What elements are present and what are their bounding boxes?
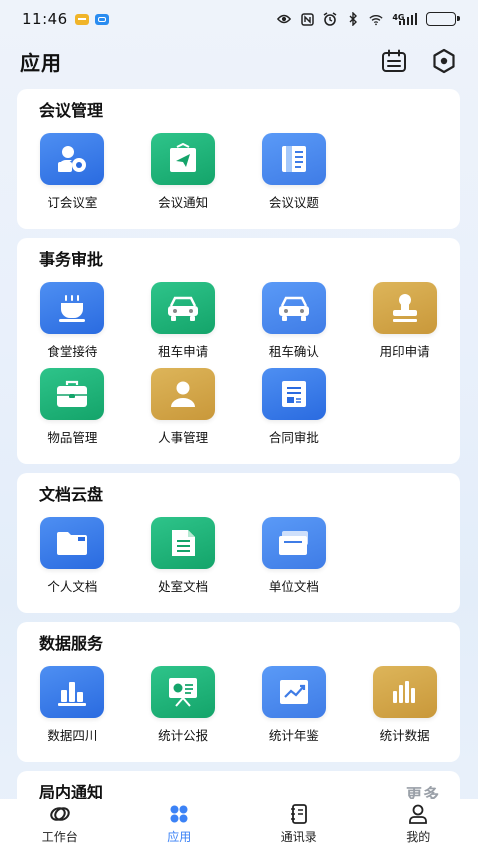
app-tile[interactable]: 统计年鉴	[239, 666, 350, 744]
app-tile[interactable]: 租车确认	[239, 282, 350, 360]
app-label: 订会议室	[47, 195, 98, 210]
section-title: 文档云盘	[39, 485, 104, 504]
app-label: 租车确认	[268, 344, 319, 359]
mail-notification-icon	[74, 13, 89, 25]
workbench-icon	[49, 804, 71, 824]
app-grid: 订会议室 会议通知 会议议题	[17, 123, 460, 219]
presentation-icon	[151, 666, 216, 718]
app-tile[interactable]: 会议议题	[239, 133, 350, 211]
app-label: 数据四川	[47, 728, 98, 743]
briefcase-icon	[40, 368, 105, 420]
app-tile[interactable]: 订会议室	[17, 133, 128, 211]
bluetooth-icon	[346, 12, 360, 26]
nfc-icon	[300, 12, 314, 26]
battery-icon	[426, 12, 460, 26]
nav-contacts[interactable]: 通讯录	[239, 799, 359, 850]
eye-icon	[277, 13, 292, 25]
bar-chart-icon	[40, 666, 105, 718]
status-time: 11:46	[22, 10, 68, 28]
app-grid: 数据四川 统计公报 统计年鉴 统计数据	[17, 656, 460, 752]
contract-icon	[261, 368, 326, 420]
app-tile[interactable]: 数据四川	[17, 666, 128, 744]
app-label: 会议议题	[268, 195, 319, 210]
nav-label: 我的	[406, 830, 431, 844]
person-icon	[151, 368, 216, 420]
hexagon-settings-icon[interactable]	[430, 47, 458, 75]
status-icons: 4G	[277, 12, 460, 26]
notice-section-title: 局内通知	[39, 783, 104, 799]
meeting-room-icon	[40, 133, 105, 185]
app-tile[interactable]: 合同审批	[239, 368, 350, 446]
app-grid: 食堂接待 租车申请 租车确认 用印申请物品管理 人事管理 合同审批	[17, 272, 460, 454]
contacts-icon	[288, 804, 310, 824]
section-card: 文档云盘个人文档 处室文档 单位文档	[17, 473, 460, 613]
app-tile[interactable]: 物品管理	[17, 368, 128, 446]
app-tile[interactable]: 食堂接待	[17, 282, 128, 360]
apps-icon	[168, 804, 190, 824]
app-label: 会议通知	[158, 195, 209, 210]
nav-apps[interactable]: 应用	[120, 799, 240, 850]
app-label: 单位文档	[268, 579, 319, 594]
calendar-list-icon[interactable]	[380, 47, 408, 75]
app-tile[interactable]: 处室文档	[128, 517, 239, 595]
seal-icon	[372, 282, 437, 334]
section-card: 数据服务数据四川 统计公报 统计年鉴 统计数据	[17, 622, 460, 762]
apps-content[interactable]: 会议管理订会议室 会议通知 会议议题事务审批食堂接待 租车申请 租车确认 用印申请物品管理…	[17, 89, 460, 799]
status-bar: 11:46 4G	[0, 0, 478, 38]
profile-icon	[407, 804, 429, 824]
app-header: 应用	[0, 38, 478, 84]
canteen-icon	[40, 282, 105, 334]
agenda-icon	[261, 133, 326, 185]
message-notification-icon	[94, 13, 109, 25]
section-title: 会议管理	[39, 101, 104, 120]
car-icon	[261, 282, 326, 334]
nav-label: 工作台	[41, 830, 78, 844]
app-label: 统计年鉴	[268, 728, 319, 743]
app-label: 租车申请	[158, 344, 209, 359]
app-tile[interactable]: 人事管理	[128, 368, 239, 446]
app-label: 合同审批	[268, 430, 319, 445]
notice-card: 局内通知 更多	[17, 771, 460, 799]
nav-workbench[interactable]: 工作台	[0, 799, 120, 850]
app-label: 人事管理	[158, 430, 209, 445]
app-tile[interactable]: 用印申请	[349, 282, 460, 360]
app-tile[interactable]: 统计数据	[349, 666, 460, 744]
app-label: 统计公报	[158, 728, 209, 743]
section-card: 会议管理订会议室 会议通知 会议议题	[17, 89, 460, 229]
section-title: 事务审批	[39, 250, 104, 269]
car-icon	[151, 282, 216, 334]
nav-label: 通讯录	[280, 830, 317, 844]
nav-profile[interactable]: 我的	[359, 799, 478, 850]
section-card: 事务审批食堂接待 租车申请 租车确认 用印申请物品管理 人事管理 合同审批	[17, 238, 460, 464]
section-title: 数据服务	[39, 634, 104, 653]
app-tile[interactable]: 统计公报	[128, 666, 239, 744]
columns-chart-icon	[372, 666, 437, 718]
more-link[interactable]: 更多	[406, 781, 440, 799]
page-title: 应用	[20, 50, 62, 75]
app-tile[interactable]: 个人文档	[17, 517, 128, 595]
nav-label: 应用	[167, 830, 192, 844]
app-label: 统计数据	[379, 728, 430, 743]
bottom-nav: 工作台 应用 通讯录 我的	[0, 799, 478, 850]
app-grid: 个人文档 处室文档 单位文档	[17, 507, 460, 603]
app-label: 处室文档	[158, 579, 209, 594]
app-label: 物品管理	[47, 430, 98, 445]
document-icon	[151, 517, 216, 569]
wifi-icon	[369, 13, 383, 25]
notice-icon	[151, 133, 216, 185]
app-label: 个人文档	[47, 579, 98, 594]
trend-chart-icon	[261, 666, 326, 718]
app-tile[interactable]: 单位文档	[239, 517, 350, 595]
alarm-icon	[323, 12, 337, 26]
network-type: 4G	[392, 13, 405, 22]
app-label: 食堂接待	[47, 344, 98, 359]
app-tile[interactable]: 会议通知	[128, 133, 239, 211]
cellular-signal-icon: 4G	[392, 13, 417, 25]
archive-icon	[261, 517, 326, 569]
app-tile[interactable]: 租车申请	[128, 282, 239, 360]
app-label: 用印申请	[379, 344, 430, 359]
folder-icon	[40, 517, 105, 569]
